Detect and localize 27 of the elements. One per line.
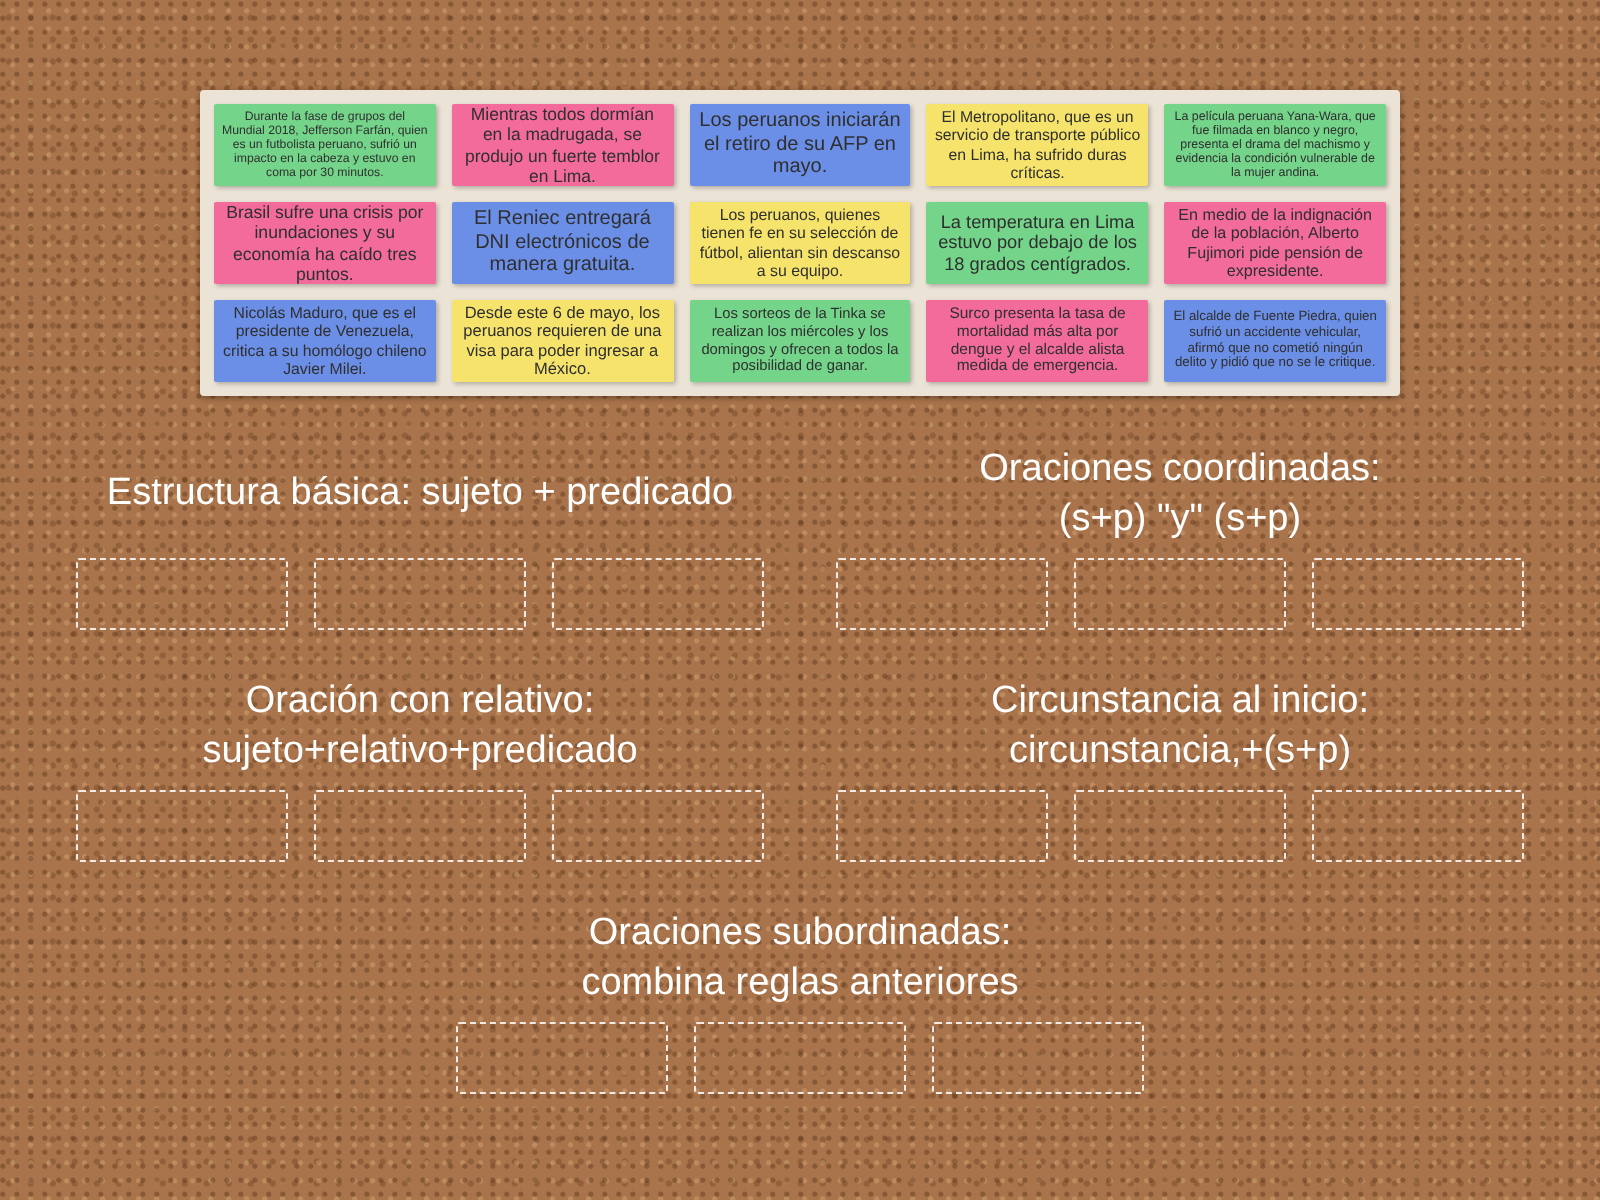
sentence-card[interactable]: La temperatura en Lima estuvo por debajo de los 18 grados centígrados. xyxy=(926,202,1149,284)
sentence-card[interactable]: Brasil sufre una crisis por inundaciones y su economía ha caído tres puntos. xyxy=(214,202,436,284)
drop-zone[interactable] xyxy=(1074,558,1286,630)
drop-zone[interactable] xyxy=(76,790,288,862)
sentence-card[interactable]: El Reniec entregará DNI electrónicos de manera gratuita. xyxy=(451,202,674,284)
drop-zone[interactable] xyxy=(1312,558,1524,630)
sentence-card[interactable]: Mientras todos dormían en la madrugada, se produjo un fuerte temblor en Lima. xyxy=(451,104,674,186)
drop-zone[interactable] xyxy=(552,790,764,862)
group-heading: Circunstancia al inicio: circunstancia,+(s+p) xyxy=(990,677,1370,775)
drop-zone[interactable] xyxy=(1074,790,1286,862)
drop-zone[interactable] xyxy=(314,558,526,630)
sentence-card[interactable]: En medio de la indignación de la población, Alberto Fujimori pide pensión de expresidente. xyxy=(1164,202,1386,284)
drop-zone[interactable] xyxy=(76,558,288,630)
group-heading: Oración con relativo: sujeto+relativo+predicado xyxy=(202,677,638,775)
group-heading: Oraciones subordinadas: combina reglas anteriores xyxy=(581,909,1019,1007)
drop-zone[interactable] xyxy=(932,1022,1144,1094)
drop-zone[interactable] xyxy=(836,558,1048,630)
drop-zone[interactable] xyxy=(694,1022,906,1094)
sentence-card[interactable]: Los peruanos iniciarán el retiro de su AFP en mayo. xyxy=(689,104,911,186)
drop-zone[interactable] xyxy=(456,1022,668,1094)
drop-zone[interactable] xyxy=(552,558,764,630)
sentence-card[interactable]: Desde este 6 de mayo, los peruanos requieren de una visa para poder ingresar a México. xyxy=(451,300,674,382)
drop-zone[interactable] xyxy=(314,790,526,862)
drop-zone[interactable] xyxy=(1312,790,1524,862)
drop-zone[interactable] xyxy=(836,790,1048,862)
group-heading: Estructura básica: sujeto + predicado xyxy=(106,470,734,518)
group-heading: Oraciones coordinadas: (s+p) "y" (s+p) xyxy=(979,445,1381,543)
